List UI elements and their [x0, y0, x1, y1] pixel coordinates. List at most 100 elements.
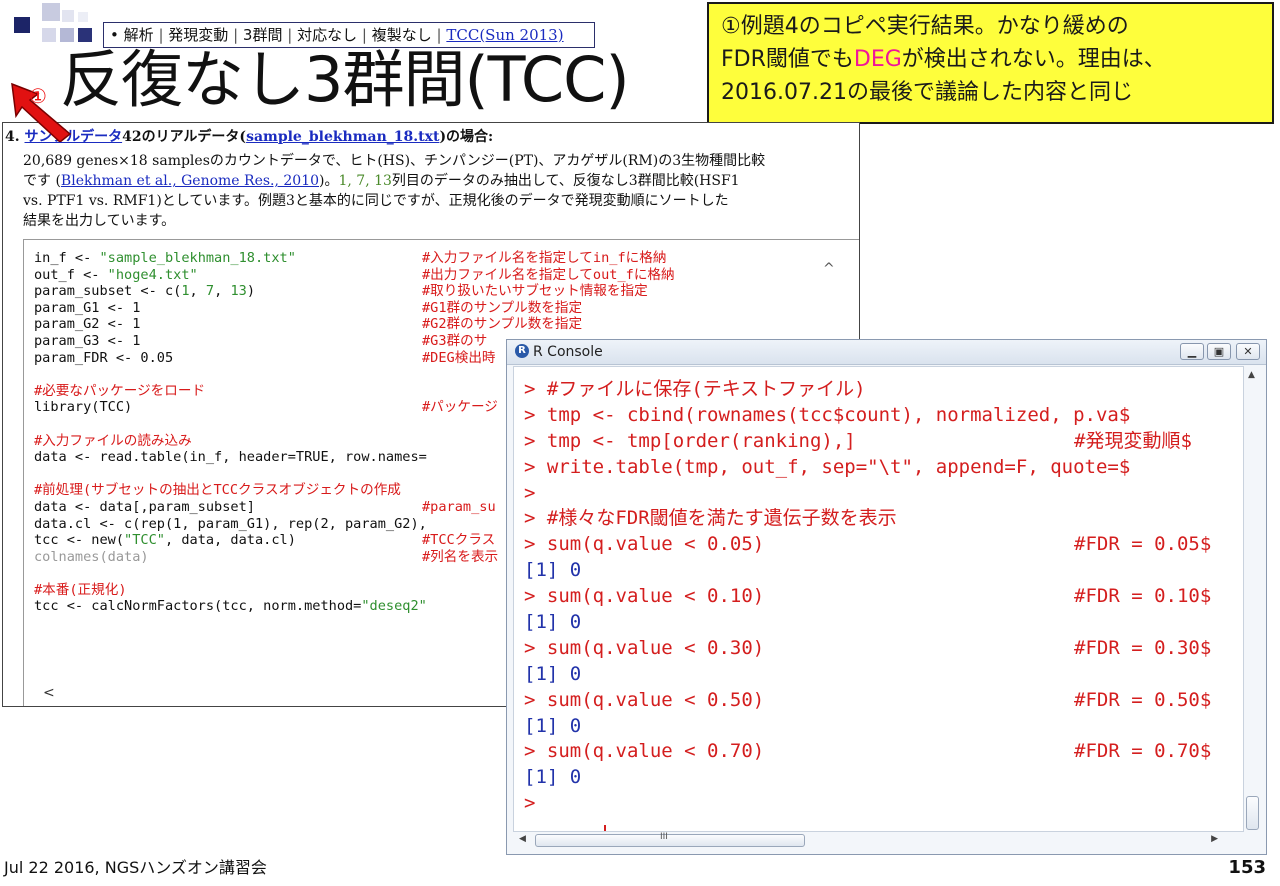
minimize-icon[interactable]: ▁ — [1180, 343, 1204, 360]
code-line: param_subset <- c(1, 7, 13) #取り扱いたいサブセット情… — [34, 283, 648, 300]
reference-link[interactable]: Blekhman et al., Genome Res., 2010 — [61, 173, 319, 189]
console-input-line: > #ファイルに保存(テキストファイル) — [524, 377, 1130, 403]
code-text: tcc <- new("TCC", data, data.cl) — [34, 532, 296, 549]
console-input-line: > — [524, 791, 1130, 817]
scroll-left-icon[interactable]: ◀ — [519, 834, 526, 844]
r-console-window: R R Console ▁ ▣ ✕ > #ファイルに保存(テキストファイル) > … — [506, 339, 1267, 855]
code-text: data.cl <- c(rep(1, param_G1), rep(2, pa… — [34, 515, 427, 532]
note-highlight-deg: DEG — [853, 47, 902, 72]
console-text: > tmp <- cbind(rownames(tcc$count), norm… — [524, 403, 1131, 426]
code-text: #前処理(サブセットの抽出とTCCクラスオブジェクトの作成 — [34, 482, 401, 499]
code-line: #前処理(サブセットの抽出とTCCクラスオブジェクトの作成 — [34, 482, 427, 499]
console-text: > sum(q.value < 0.50) — [524, 688, 765, 711]
code-line: library(TCC) #パッケージ — [34, 399, 498, 416]
console-output-line: [1] 0 — [524, 714, 1130, 740]
console-input-line: > sum(q.value < 0.50) #FDR = 0.50$ — [524, 688, 1211, 714]
code-line: #必要なパッケージをロード — [34, 383, 427, 400]
note-line: ①例題4のコピペ実行結果。かなり緩めの — [721, 14, 1129, 39]
console-text: > write.table(tmp, out_f, sep="\t", appe… — [524, 455, 1131, 478]
code-comment: #G2群のサンプル数を指定 — [422, 316, 583, 333]
console-input-line: > tmp <- tmp[order(ranking),] #発現変動順$ — [524, 429, 1192, 455]
console-text: > sum(q.value < 0.05) — [524, 533, 765, 556]
console-text: > #ファイルに保存(テキストファイル) — [524, 378, 866, 400]
console-comment: #FDR = 0.70$ — [1074, 740, 1212, 763]
note-line: 2016.07.21の最後で議論した内容と同じ — [721, 80, 1133, 105]
code-comment: #出力ファイル名を指定してout_fに格納 — [422, 266, 675, 283]
pointer-arrow-icon: ① — [8, 82, 78, 146]
footer-date-event: Jul 22 2016, NGSハンズオン講習会 — [4, 858, 267, 877]
scroll-left-icon[interactable]: < — [43, 685, 55, 701]
console-input-line: > sum(q.value < 0.05) #FDR = 0.05$ — [524, 532, 1211, 558]
code-comment: #パッケージ — [422, 399, 498, 416]
code-line: param_G2 <- 1 #G2群のサンプル数を指定 — [34, 316, 582, 333]
section-heading: 4. サンプルデータ42のリアルデータ(sample_blekhman_18.t… — [5, 129, 494, 145]
code-text: #入力ファイルの読み込み — [34, 432, 192, 449]
console-input-line: > tmp <- cbind(rownames(tcc$count), norm… — [524, 403, 1130, 429]
code-comment: #入力ファイル名を指定してin_fに格納 — [422, 250, 667, 266]
page-title: 反復なし3群間(TCC) — [60, 43, 630, 116]
code-line: out_f <- "hoge4.txt" #出力ファイル名を指定してout_fに格… — [34, 266, 675, 284]
console-text: [1] 0 — [524, 714, 582, 737]
scroll-right-icon[interactable]: ▶ — [1211, 834, 1218, 844]
console-output-line: [1] 0 — [524, 610, 1130, 636]
note-line: FDR閾値でもDEGが検出されない。理由は、 — [721, 47, 1166, 72]
code-line: tcc <- new("TCC", data, data.cl) #TCCクラス — [34, 532, 495, 549]
sample-file-link[interactable]: sample_blekhman_18.txt — [246, 129, 439, 145]
code-text: out_f <- "hoge4.txt" — [34, 266, 198, 283]
code-comment: #DEG検出時 — [422, 349, 496, 366]
console-input-line: > sum(q.value < 0.10) #FDR = 0.10$ — [524, 584, 1211, 610]
code-line: #本番(正規化) — [34, 582, 427, 599]
code-comment: #G3群のサ — [422, 332, 488, 349]
code-text: colnames(data) — [34, 548, 149, 565]
horizontal-scrollbar[interactable]: ◀ III ▶ — [513, 832, 1244, 850]
code-comment: #G1群のサンプル数を指定 — [422, 299, 583, 316]
code-text: data <- read.table(in_f, header=TRUE, ro… — [34, 449, 427, 466]
close-icon[interactable]: ✕ — [1236, 343, 1260, 360]
code-line: param_G3 <- 1 #G3群のサ — [34, 332, 487, 350]
console-output-line: [1] 0 — [524, 662, 1130, 688]
r-logo-icon: R — [515, 344, 529, 358]
console-output-area[interactable]: > #ファイルに保存(テキストファイル) > tmp <- cbind(rowna… — [513, 366, 1244, 832]
console-text: [1] 0 — [524, 611, 582, 634]
console-input-line: > — [524, 481, 1130, 507]
console-input-line: > sum(q.value < 0.70) #FDR = 0.70$ — [524, 739, 1211, 765]
vertical-scrollbar[interactable]: ▲ — [1244, 366, 1262, 832]
maximize-icon[interactable]: ▣ — [1207, 343, 1231, 360]
console-text: > sum(q.value < 0.70) — [524, 740, 765, 763]
console-text: > sum(q.value < 0.30) — [524, 636, 765, 659]
description-paragraph: 20,689 genes×18 samplesのカウントデータで、ヒト(HS)、… — [23, 153, 766, 229]
code-line: param_G1 <- 1 #G1群のサンプル数を指定 — [34, 299, 582, 317]
console-text: > — [524, 792, 536, 815]
code-comment: #列名を表示 — [422, 548, 499, 565]
code-text: data <- data[,param_subset] — [34, 498, 255, 515]
console-output-line: [1] 0 — [524, 558, 1130, 584]
code-comment: #TCCクラス — [422, 532, 496, 549]
console-input-line: > #様々なFDR閾値を満たす遺伝子数を表示 — [524, 506, 1130, 532]
window-titlebar[interactable]: R R Console ▁ ▣ ✕ — [507, 340, 1266, 365]
horizontal-scroll-thumb[interactable]: III — [535, 832, 805, 847]
console-text: [1] 0 — [524, 766, 582, 789]
console-text: [1] 0 — [524, 559, 582, 582]
code-comment: #取り扱いたいサブセット情報を指定 — [422, 283, 648, 300]
code-text: #必要なパッケージをロード — [34, 382, 206, 399]
scroll-up-icon[interactable]: ^ — [823, 261, 835, 277]
console-lines: > #ファイルに保存(テキストファイル) > tmp <- cbind(rowna… — [524, 377, 1211, 817]
console-input-line: > sum(q.value < 0.30) #FDR = 0.30$ — [524, 636, 1211, 662]
code-text: param_G1 <- 1 — [34, 299, 141, 316]
console-comment: #FDR = 0.10$ — [1074, 585, 1212, 608]
console-comment: #発現変動順$ — [1074, 429, 1192, 452]
code-line: colnames(data) #列名を表示 — [34, 548, 498, 566]
vertical-scroll-thumb[interactable] — [1246, 796, 1259, 830]
scroll-up-icon[interactable]: ▲ — [1248, 370, 1255, 380]
code-text: param_G3 <- 1 — [34, 332, 141, 349]
text-cursor — [604, 825, 606, 831]
annotation-note: ①例題4のコピペ実行結果。かなり緩めの FDR閾値でもDEGが検出されない。理由… — [707, 2, 1274, 124]
console-input-line: > write.table(tmp, out_f, sep="\t", appe… — [524, 455, 1130, 481]
code-line: #入力ファイルの読み込み — [34, 433, 427, 450]
page-number: 153 — [1228, 857, 1266, 878]
code-text: tcc <- calcNormFactors(tcc, norm.method=… — [34, 598, 427, 615]
